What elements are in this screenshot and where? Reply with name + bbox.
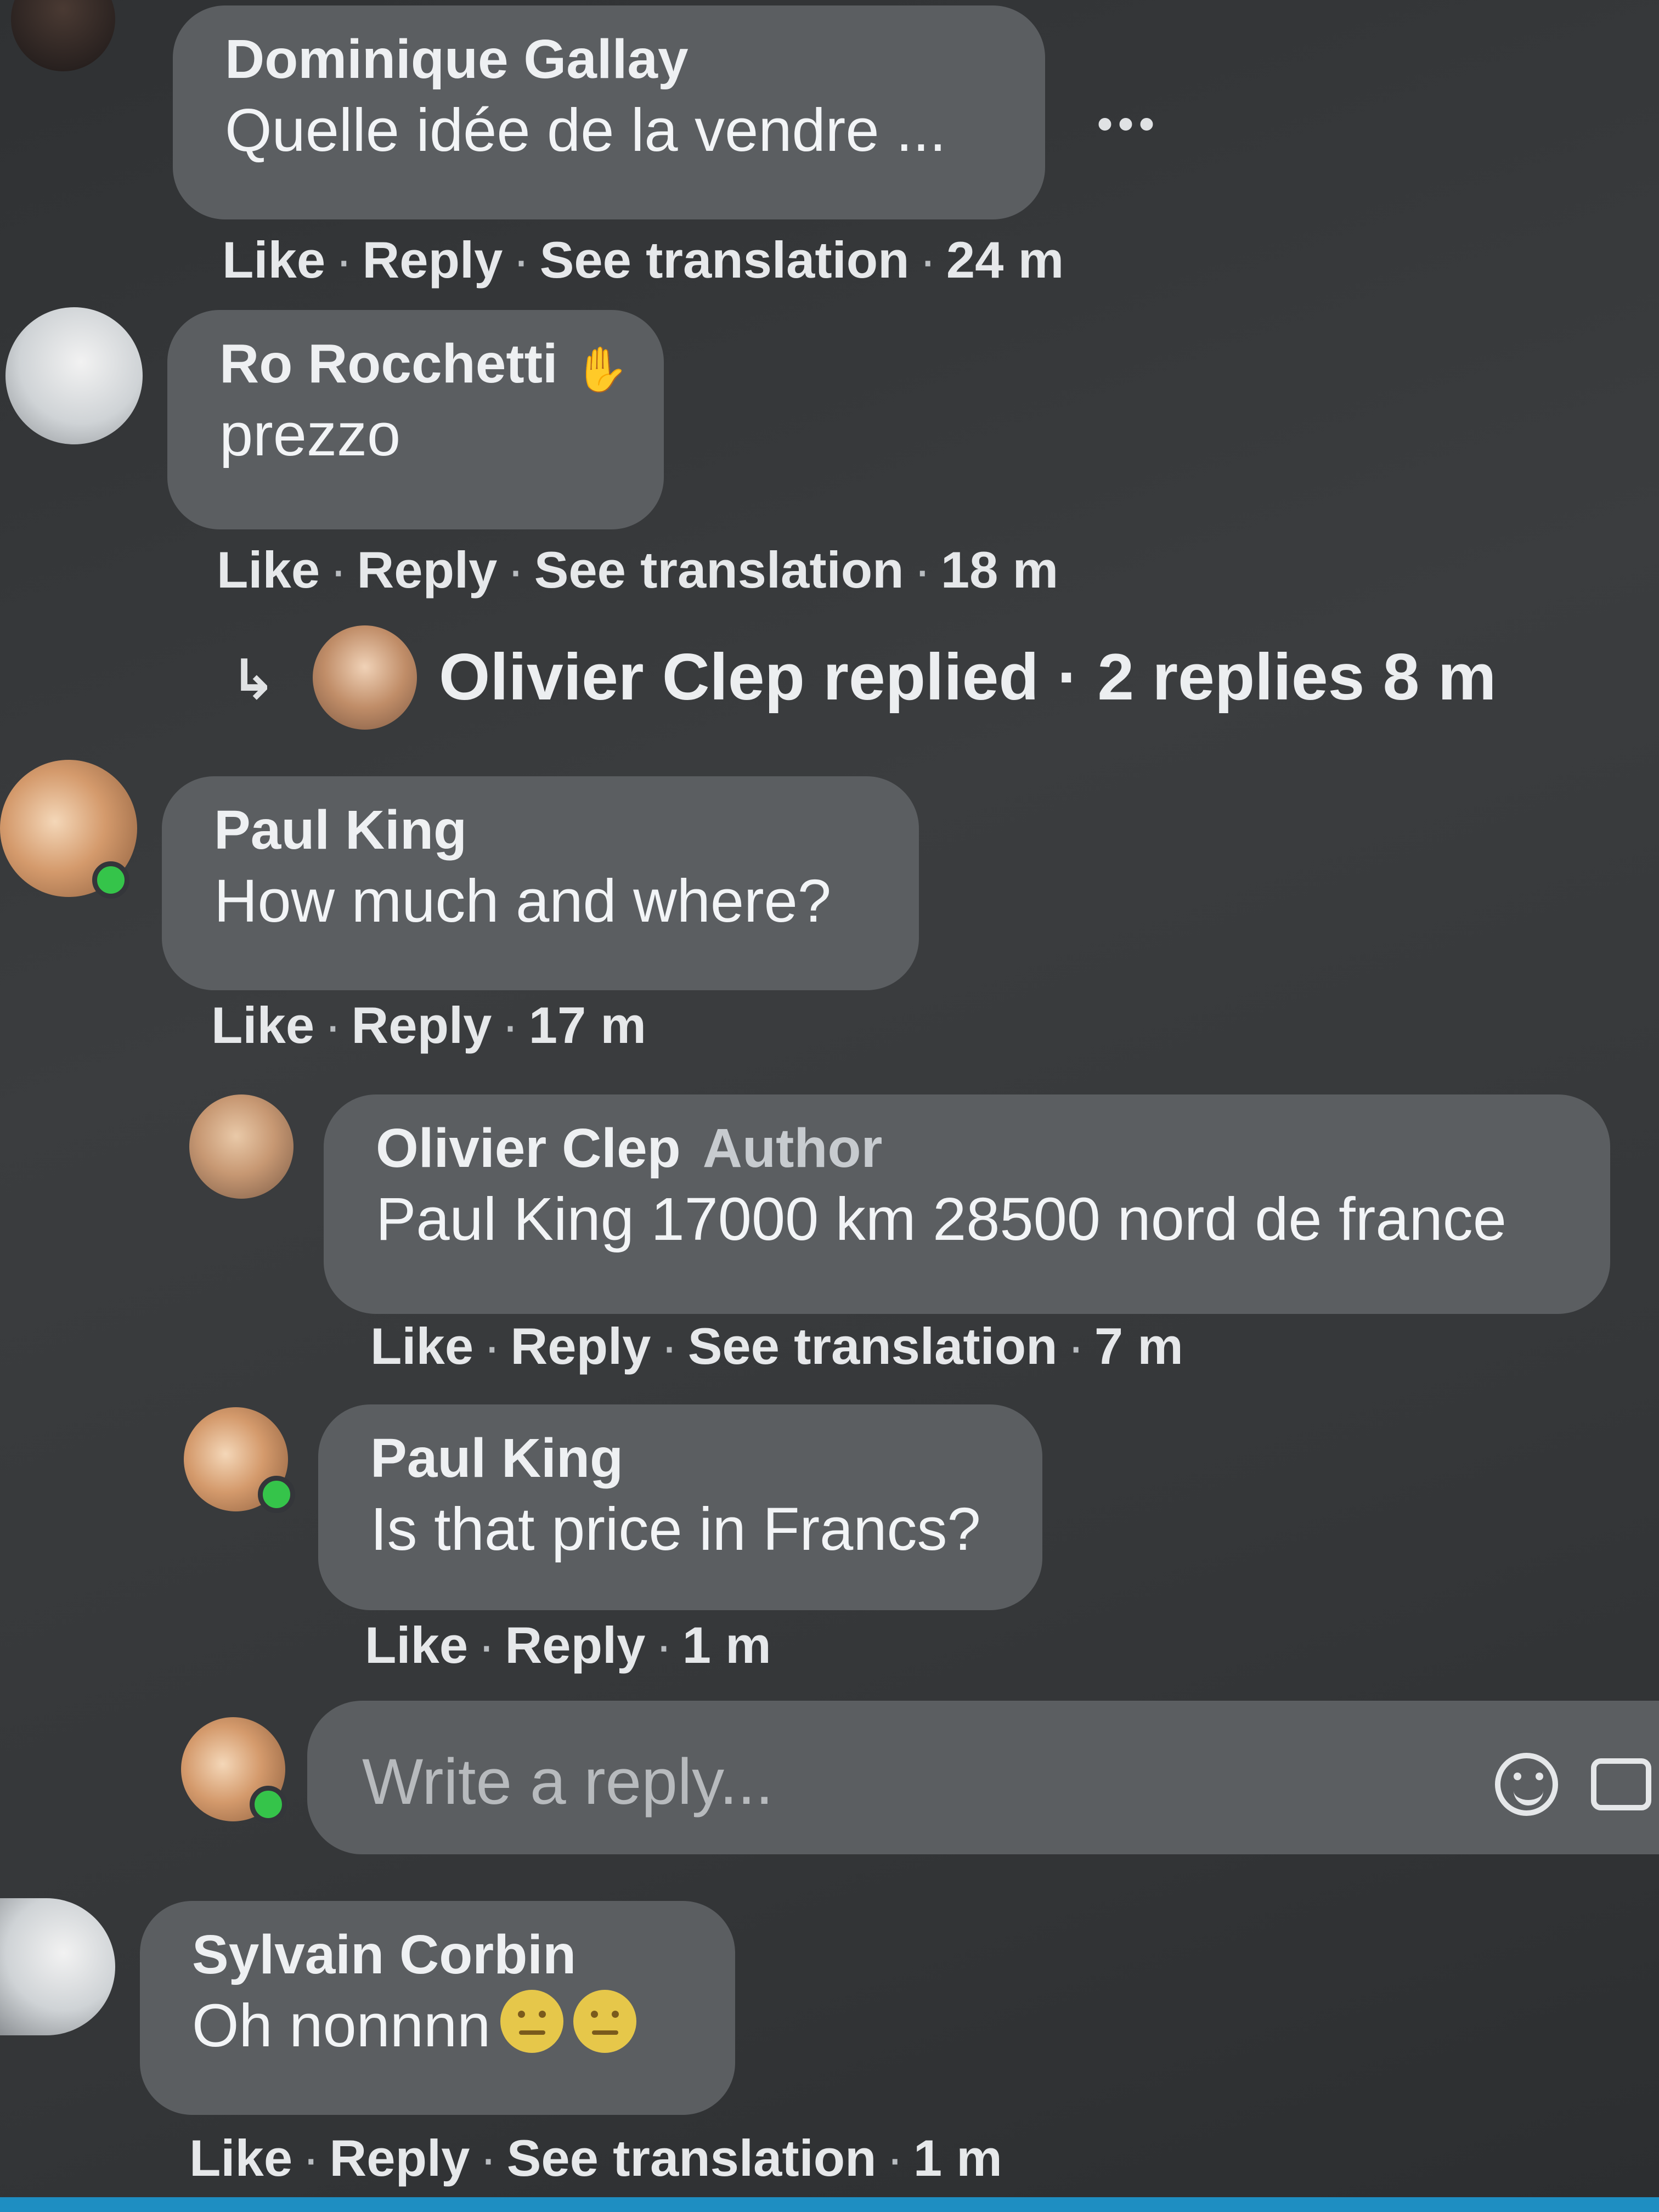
comment-actions: Like · Reply · See translation · 18 m (217, 540, 1058, 600)
comment-bubble: Ro Rocchetti ✋ prezzo (167, 310, 664, 529)
separator: · (1067, 1317, 1085, 1375)
camera-icon[interactable] (1591, 1758, 1651, 1810)
separator: · (661, 1317, 678, 1375)
timestamp[interactable]: 1 m (682, 1616, 771, 1675)
comment-actions: Like · Reply · See translation · 24 m (222, 230, 1064, 290)
separator: · (919, 231, 936, 289)
separator: · (483, 1317, 501, 1375)
online-status-dot (92, 861, 129, 899)
reply-input-placeholder: Write a reply... (362, 1746, 774, 1818)
reply-author[interactable]: Paul King (370, 1425, 993, 1491)
separator: · (330, 541, 347, 599)
avatar[interactable] (0, 1898, 115, 2035)
separator: · (478, 1616, 495, 1674)
reply-link[interactable]: Reply (329, 2129, 470, 2188)
see-translation-link[interactable]: See translation (534, 540, 904, 600)
avatar (313, 625, 417, 730)
comment-actions: Like · Reply · 17 m (211, 996, 646, 1055)
comment-text: Oh nonnnn (192, 1988, 686, 2064)
separator: · (655, 1616, 673, 1674)
reply-link[interactable]: Reply (362, 230, 503, 290)
separator: · (479, 2129, 497, 2187)
neutral-face-emoji (500, 1990, 564, 2053)
reply-link[interactable]: Reply (351, 996, 492, 1055)
author-name[interactable]: Olivier Clep (376, 1118, 681, 1179)
avatar[interactable] (189, 1094, 294, 1199)
like-link[interactable]: Like (217, 540, 320, 600)
separator: · (501, 996, 519, 1054)
timestamp[interactable]: 1 m (913, 2129, 1002, 2188)
reply-bubble: Olivier Clep Author Paul King 17000 km 28… (324, 1094, 1610, 1314)
neutral-face-emoji (573, 1990, 637, 2053)
author-badge: Author (702, 1118, 883, 1179)
timestamp[interactable]: 7 m (1094, 1317, 1183, 1376)
replies-summary[interactable]: Olivier Clep replied · 2 replies 8 m (439, 639, 1496, 715)
like-link[interactable]: Like (189, 2129, 292, 2188)
timestamp[interactable]: 18 m (941, 540, 1058, 600)
separator: · (913, 541, 931, 599)
comment-text: How much and where? (214, 867, 832, 935)
reply-text: Paul King 17000 km 28500 nord de france (376, 1186, 1506, 1253)
wave-hand-icon: ✋ (574, 345, 629, 394)
timestamp[interactable]: 24 m (946, 230, 1064, 290)
comment-author[interactable]: Ro Rocchetti ✋ (219, 331, 629, 397)
online-status-dot (258, 1476, 295, 1513)
separator: · (302, 2129, 320, 2187)
avatar[interactable] (11, 0, 115, 71)
reply-text: Is that price in Francs? (370, 1496, 981, 1563)
comment-bubble: Paul King How much and where? (162, 776, 919, 990)
online-status-dot (250, 1786, 287, 1823)
separator: · (324, 996, 342, 1054)
see-translation-link[interactable]: See translation (540, 230, 910, 290)
emoji-icon[interactable] (1495, 1753, 1558, 1816)
avatar[interactable] (5, 307, 143, 444)
separator: · (512, 231, 530, 289)
comment-actions: Like · Reply · See translation · 1 m (189, 2129, 1002, 2188)
reply-actions: Like · Reply · See translation · 7 m (370, 1317, 1183, 1376)
reply-actions: Like · Reply · 1 m (365, 1616, 771, 1675)
reply-input[interactable]: Write a reply... (307, 1701, 1659, 1854)
comment-text-content: Oh nonnnn (192, 1992, 491, 2059)
comment-author[interactable]: Dominique Gallay (225, 26, 996, 92)
bottom-bar (0, 2197, 1659, 2212)
see-translation-link[interactable]: See translation (688, 1317, 1058, 1376)
separator: · (335, 231, 353, 289)
comment-text: prezzo (219, 401, 401, 469)
reply-link[interactable]: Reply (357, 540, 497, 600)
separator: · (886, 2129, 904, 2187)
like-link[interactable]: Like (211, 996, 314, 1055)
reply-bubble: Paul King Is that price in Francs? (318, 1404, 1042, 1610)
reply-link[interactable]: Reply (510, 1317, 651, 1376)
comment-author[interactable]: Sylvain Corbin (192, 1922, 686, 1988)
see-translation-link[interactable]: See translation (507, 2129, 877, 2188)
like-link[interactable]: Like (222, 230, 325, 290)
reply-link[interactable]: Reply (505, 1616, 645, 1675)
comment-bubble: Dominique Gallay Quelle idée de la vendr… (173, 5, 1045, 219)
timestamp[interactable]: 17 m (529, 996, 646, 1055)
separator: · (507, 541, 524, 599)
reply-author[interactable]: Olivier Clep Author (376, 1115, 1561, 1181)
reply-arrow-icon: ↳ (230, 649, 276, 710)
more-options-icon[interactable]: ••• (1097, 99, 1160, 149)
comment-author[interactable]: Paul King (214, 797, 870, 863)
comment-text: Quelle idée de la vendre ... (225, 97, 946, 164)
like-link[interactable]: Like (370, 1317, 473, 1376)
comment-bubble: Sylvain Corbin Oh nonnnn (140, 1901, 735, 2115)
like-link[interactable]: Like (365, 1616, 468, 1675)
author-name[interactable]: Ro Rocchetti (219, 333, 558, 394)
